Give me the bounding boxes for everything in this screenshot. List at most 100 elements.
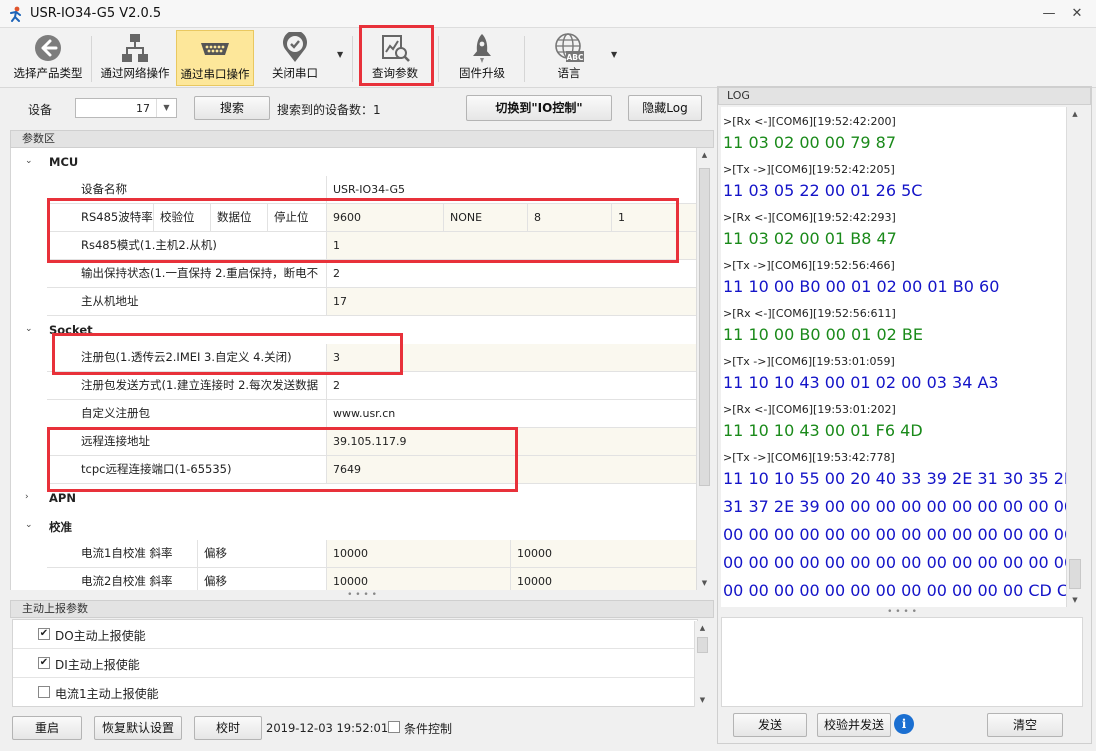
- report-item-di[interactable]: ✔ DI主动上报使能: [13, 649, 697, 678]
- select-product-type-label: 选择产品类型: [13, 66, 83, 80]
- param-value[interactable]: NONE: [443, 204, 527, 231]
- sync-time-button[interactable]: 校时: [194, 716, 262, 740]
- report-item-do[interactable]: ✔ DO主动上报使能: [13, 620, 697, 649]
- log-timestamp-line: >[Tx ->][COM6][19:52:56:466]: [723, 259, 895, 272]
- send-button[interactable]: 发送: [733, 713, 807, 737]
- param-row-custom-register[interactable]: 自定义注册包 www.usr.cn: [47, 400, 696, 428]
- device-spinbox[interactable]: 17 ▼: [75, 98, 177, 118]
- param-row-slave-address[interactable]: 主从机地址 17: [47, 288, 696, 316]
- param-row-output-hold[interactable]: 输出保持状态(1.一直保持 2.重启保持，断电不 2: [47, 260, 696, 288]
- reports-scrollbar[interactable]: ▲ ▼: [694, 621, 710, 707]
- serial-operation-button[interactable]: 通过串口操作: [176, 30, 254, 86]
- report-label: DO主动上报使能: [55, 629, 146, 643]
- scroll-up-icon[interactable]: ▲: [695, 621, 710, 635]
- param-value[interactable]: 9600: [326, 204, 443, 231]
- param-value[interactable]: 1: [326, 232, 696, 259]
- param-value[interactable]: 8: [527, 204, 611, 231]
- close-button[interactable]: ✕: [1066, 5, 1088, 23]
- param-row-rs485[interactable]: RS485波特率 校验位 数据位 停止位 9600 NONE 8 1: [47, 204, 696, 232]
- param-row-register-send-mode[interactable]: 注册包发送方式(1.建立连接时 2.每次发送数据 2: [47, 372, 696, 400]
- chevron-down-icon[interactable]: ⌄: [25, 156, 33, 166]
- hide-log-button[interactable]: 隐藏Log: [628, 95, 702, 121]
- log-tx-line: 11 10 00 B0 00 01 02 00 01 B0 60: [723, 277, 1000, 296]
- param-value[interactable]: 39.105.117.9: [326, 428, 696, 455]
- clear-button[interactable]: 清空: [987, 713, 1063, 737]
- category-calibration[interactable]: ⌄ 校准: [11, 512, 696, 540]
- param-row-device-name[interactable]: 设备名称 USR-IO34-G5: [47, 176, 696, 204]
- param-name: 注册包发送方式(1.建立连接时 2.每次发送数据: [75, 372, 326, 399]
- param-value[interactable]: USR-IO34-G5: [326, 176, 696, 203]
- minimize-button[interactable]: —: [1038, 5, 1060, 23]
- info-icon[interactable]: i: [894, 714, 914, 734]
- verify-send-button[interactable]: 校验并发送: [817, 713, 891, 737]
- chevron-down-icon[interactable]: ⌄: [25, 520, 33, 530]
- checkbox-checked-icon[interactable]: ✔: [38, 628, 50, 640]
- param-value[interactable]: 10000: [326, 568, 510, 590]
- restore-defaults-button[interactable]: 恢复默认设置: [94, 716, 182, 740]
- conditional-control-label: 条件控制: [404, 722, 453, 736]
- log-tx-line: 31 37 2E 39 00 00 00 00 00 00 00 00 00 0…: [723, 497, 1083, 516]
- param-value[interactable]: 1: [611, 204, 696, 231]
- log-timestamp-line: >[Tx ->][COM6][19:53:01:059]: [723, 355, 895, 368]
- param-value[interactable]: 10000: [510, 568, 696, 590]
- param-row-current1-calibration[interactable]: 电流1自校准 斜率 偏移 10000 10000: [47, 540, 696, 568]
- log-timestamp-line: >[Rx <-][COM6][19:53:01:202]: [723, 403, 896, 416]
- category-mcu[interactable]: ⌄ MCU: [11, 148, 696, 176]
- checkbox-unchecked-icon[interactable]: [38, 686, 50, 698]
- scroll-up-icon[interactable]: ▲: [697, 148, 712, 162]
- firmware-upgrade-button[interactable]: 固件升级: [450, 30, 514, 86]
- device-label: 设备: [28, 103, 53, 117]
- chevron-down-icon[interactable]: ⌄: [25, 324, 33, 334]
- category-socket[interactable]: ⌄ Socket: [11, 316, 696, 344]
- param-row-remote-port[interactable]: tcpc远程连接端口(1-65535) 7649: [47, 456, 696, 484]
- checkbox-unchecked-icon[interactable]: [388, 721, 400, 733]
- scrollbar-thumb[interactable]: [697, 637, 708, 653]
- scroll-down-icon[interactable]: ▼: [697, 576, 712, 590]
- checkbox-checked-icon[interactable]: ✔: [38, 657, 50, 669]
- params-scrollbar[interactable]: ▲ ▼: [696, 148, 712, 590]
- log-send-input[interactable]: [721, 617, 1083, 707]
- param-name: 自定义注册包: [75, 400, 326, 427]
- param-row-remote-address[interactable]: 远程连接地址 39.105.117.9: [47, 428, 696, 456]
- title-bar: USR-IO34-G5 V2.0.5 — ✕: [0, 0, 1096, 28]
- select-product-type-button[interactable]: 选择产品类型: [8, 30, 88, 86]
- language-button[interactable]: ABC 语言: [536, 30, 602, 86]
- param-row-rs485-mode[interactable]: Rs485模式(1.主机2.从机) 1: [47, 232, 696, 260]
- window-title: USR-IO34-G5 V2.0.5: [30, 6, 162, 21]
- param-row-register-packet[interactable]: 注册包(1.透传云2.IMEI 3.自定义 4.关闭) 3: [47, 344, 696, 372]
- param-value[interactable]: www.usr.cn: [326, 400, 696, 427]
- query-params-button[interactable]: 查询参数: [364, 30, 426, 86]
- category-apn[interactable]: › APN: [11, 484, 696, 512]
- query-chart-icon: [382, 35, 410, 62]
- chevron-right-icon[interactable]: ›: [25, 492, 29, 502]
- param-value[interactable]: 7649: [326, 456, 696, 483]
- network-operation-button[interactable]: 通过网络操作: [96, 30, 174, 86]
- chevron-down-icon[interactable]: ▼: [156, 99, 176, 117]
- scroll-up-icon[interactable]: ▲: [1067, 107, 1083, 121]
- param-value[interactable]: 2: [326, 372, 696, 399]
- chevron-down-icon[interactable]: ▼: [337, 50, 343, 59]
- param-value[interactable]: 3: [326, 344, 696, 371]
- scroll-down-icon[interactable]: ▼: [695, 693, 710, 707]
- param-value[interactable]: 10000: [326, 540, 510, 567]
- param-row-current2-calibration[interactable]: 电流2自校准 斜率 偏移 10000 10000: [47, 568, 696, 590]
- report-item-current1[interactable]: 电流1主动上报使能: [13, 678, 697, 706]
- log-splitter[interactable]: • • • •: [721, 608, 1083, 617]
- params-splitter[interactable]: • • • •: [10, 591, 714, 600]
- search-button[interactable]: 搜索: [194, 96, 270, 120]
- serial-operation-label: 通过串口操作: [180, 67, 250, 81]
- scroll-down-icon[interactable]: ▼: [1067, 593, 1083, 607]
- chevron-down-icon[interactable]: ▼: [611, 50, 617, 59]
- param-value[interactable]: 17: [326, 288, 696, 315]
- scrollbar-thumb[interactable]: [1069, 559, 1081, 589]
- log-tx-line: 00 00 00 00 00 00 00 00 00 00 00 00 CD C…: [723, 581, 1079, 600]
- param-value[interactable]: 2: [326, 260, 696, 287]
- close-serial-button[interactable]: 关闭串口: [258, 30, 332, 86]
- scrollbar-thumb[interactable]: [699, 168, 710, 486]
- log-output[interactable]: >[Rx <-][COM6][19:52:42:200] 11 03 02 00 …: [721, 107, 1083, 607]
- restart-button[interactable]: 重启: [12, 716, 82, 740]
- log-scrollbar[interactable]: ▲ ▼: [1066, 107, 1083, 607]
- switch-io-control-button[interactable]: 切换到"IO控制": [466, 95, 612, 121]
- param-value[interactable]: 10000: [510, 540, 696, 567]
- log-tx-line: 00 00 00 00 00 00 00 00 00 00 00 00 00 0…: [723, 553, 1083, 572]
